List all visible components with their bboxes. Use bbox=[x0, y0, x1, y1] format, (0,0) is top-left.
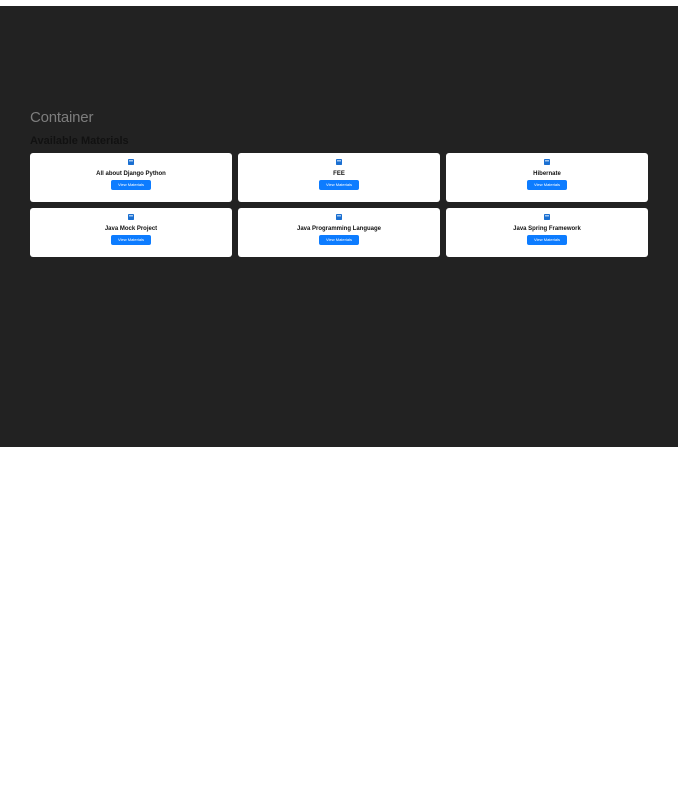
book-icon bbox=[128, 159, 134, 165]
book-icon bbox=[128, 214, 134, 220]
material-card: FEE View Materials bbox=[238, 153, 440, 202]
book-icon bbox=[336, 159, 342, 165]
view-materials-button[interactable]: View Materials bbox=[111, 235, 151, 245]
material-title: All about Django Python bbox=[96, 171, 166, 177]
material-card: Java Spring Framework View Materials bbox=[446, 208, 648, 257]
view-materials-button[interactable]: View Materials bbox=[527, 180, 567, 190]
page-title: Container bbox=[30, 109, 94, 126]
material-title: Hibernate bbox=[533, 171, 561, 177]
view-materials-button[interactable]: View Materials bbox=[111, 180, 151, 190]
book-icon bbox=[544, 214, 550, 220]
view-materials-button[interactable]: View Materials bbox=[319, 180, 359, 190]
material-title: FEE bbox=[333, 171, 345, 177]
book-icon bbox=[544, 159, 550, 165]
material-title: Java Spring Framework bbox=[513, 226, 581, 232]
section-heading: Available Materials bbox=[30, 135, 129, 147]
material-title: Java Mock Project bbox=[104, 226, 158, 232]
material-card: Java Mock Project View Materials bbox=[30, 208, 232, 257]
book-icon bbox=[336, 214, 342, 220]
materials-grid: All about Django Python View Materials F… bbox=[30, 153, 648, 257]
material-card: Hibernate View Materials bbox=[446, 153, 648, 202]
view-materials-button[interactable]: View Materials bbox=[319, 235, 359, 245]
view-materials-button[interactable]: View Materials bbox=[527, 235, 567, 245]
page: Container Available Materials All about … bbox=[0, 0, 678, 790]
material-card: Java Programming Language View Materials bbox=[238, 208, 440, 257]
material-title: Java Programming Language bbox=[296, 226, 382, 232]
material-card: All about Django Python View Materials bbox=[30, 153, 232, 202]
